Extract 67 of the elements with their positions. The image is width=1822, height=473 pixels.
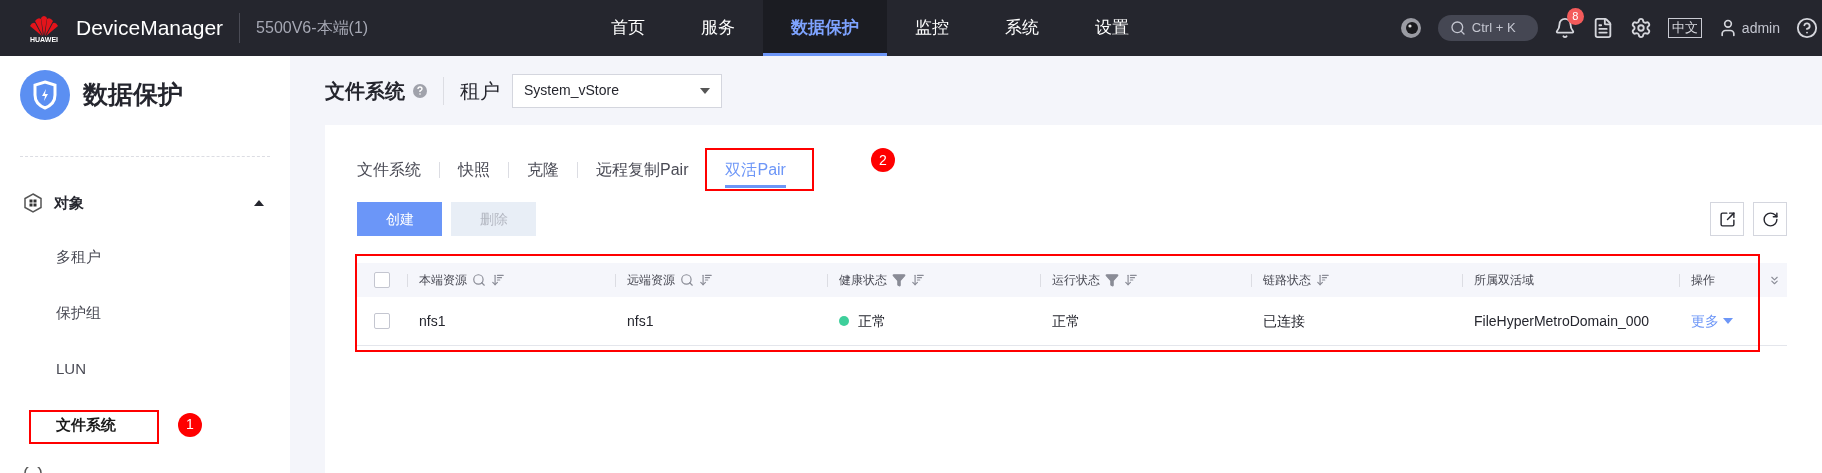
table-cell: 已连接 bbox=[1263, 312, 1305, 329]
nav-tab[interactable]: 系统 bbox=[977, 0, 1067, 56]
section-title: 数据保护 bbox=[83, 79, 183, 111]
caret-icon bbox=[700, 87, 710, 94]
column-header: 健康状态 bbox=[839, 272, 887, 289]
user-name[interactable]: admin bbox=[1741, 17, 1780, 39]
brand-name: DeviceManager bbox=[76, 15, 224, 42]
shield-icon bbox=[20, 70, 70, 120]
table-row[interactable]: nfs1 nfs1 正常 正常 已连接 FileHyperMetroDomain_000 更多 bbox=[357, 297, 1787, 346]
nav-tab[interactable]: 数据保护 bbox=[763, 0, 887, 56]
nav-tab[interactable]: 服务 bbox=[673, 0, 763, 56]
table-cell: nfs1 bbox=[419, 312, 446, 329]
search-icon[interactable] bbox=[680, 273, 694, 287]
nav-tab[interactable]: 设置 bbox=[1067, 0, 1157, 56]
search-icon[interactable] bbox=[472, 273, 486, 287]
tab[interactable]: 远程复制Pair bbox=[596, 152, 689, 188]
menu-item[interactable]: 文件系统 bbox=[56, 411, 116, 438]
filter-icon[interactable] bbox=[892, 273, 906, 287]
sort-icon[interactable] bbox=[911, 273, 925, 287]
sort-icon[interactable] bbox=[491, 273, 505, 287]
nav-tab[interactable]: 首页 bbox=[583, 0, 673, 56]
tab[interactable]: 快照 bbox=[458, 152, 490, 188]
select-all-checkbox[interactable] bbox=[374, 272, 390, 288]
column-header: 链路状态 bbox=[1263, 272, 1311, 289]
logo-icon bbox=[29, 13, 59, 36]
column-header: 本端资源 bbox=[419, 272, 467, 289]
menu-item[interactable]: 多租户 bbox=[56, 243, 101, 270]
page-title: 文件系统 bbox=[325, 78, 405, 104]
lens-icon[interactable] bbox=[1399, 17, 1422, 39]
table-cell-text: 正常 bbox=[858, 311, 886, 331]
caret-icon bbox=[1723, 318, 1733, 324]
sort-icon[interactable] bbox=[1316, 273, 1330, 287]
device-name: 5500V6-本端(1) bbox=[256, 18, 369, 38]
step-marker: 1 bbox=[178, 412, 202, 437]
row-checkbox[interactable] bbox=[374, 313, 390, 329]
help-icon[interactable] bbox=[1796, 17, 1818, 39]
step-marker: 2 bbox=[870, 148, 895, 172]
language-button[interactable]: 中文 bbox=[1667, 18, 1702, 38]
table-cell: 正常 bbox=[1052, 312, 1080, 329]
settings-icon[interactable] bbox=[1629, 17, 1652, 39]
menu-icon bbox=[24, 467, 42, 473]
grid-icon bbox=[24, 193, 42, 214]
column-header: 远端资源 bbox=[627, 272, 675, 289]
tab[interactable]: 克隆 bbox=[527, 152, 559, 188]
nav-tab[interactable]: 监控 bbox=[887, 0, 977, 56]
caret-icon bbox=[254, 200, 264, 207]
sort-icon[interactable] bbox=[699, 273, 713, 287]
column-header: 操作 bbox=[1691, 272, 1715, 289]
menu-item[interactable]: LUN bbox=[56, 355, 86, 382]
tenant-label: 租户 bbox=[460, 78, 500, 104]
sort-icon[interactable] bbox=[1124, 273, 1138, 287]
menu-item[interactable]: 保护组 bbox=[56, 299, 101, 326]
table-cell: nfs1 bbox=[627, 312, 654, 329]
menu-group[interactable]: 对象 bbox=[0, 192, 290, 215]
export-icon bbox=[1718, 210, 1736, 228]
filter-icon[interactable] bbox=[1105, 273, 1119, 287]
tenant-select[interactable]: System_vStore bbox=[512, 73, 722, 108]
search-button[interactable]: Ctrl + K bbox=[1437, 15, 1538, 41]
column-header: 所属双活域 bbox=[1474, 272, 1534, 289]
column-header: 运行状态 bbox=[1052, 272, 1100, 289]
search-icon bbox=[1449, 20, 1466, 36]
table-cell: FileHyperMetroDomain_000 bbox=[1474, 312, 1650, 329]
refresh-icon bbox=[1761, 210, 1779, 228]
export-button[interactable] bbox=[1710, 202, 1744, 236]
tab[interactable]: 文件系统 bbox=[357, 152, 421, 188]
refresh-button[interactable] bbox=[1753, 202, 1787, 236]
notification-count: 8 bbox=[1566, 8, 1584, 25]
